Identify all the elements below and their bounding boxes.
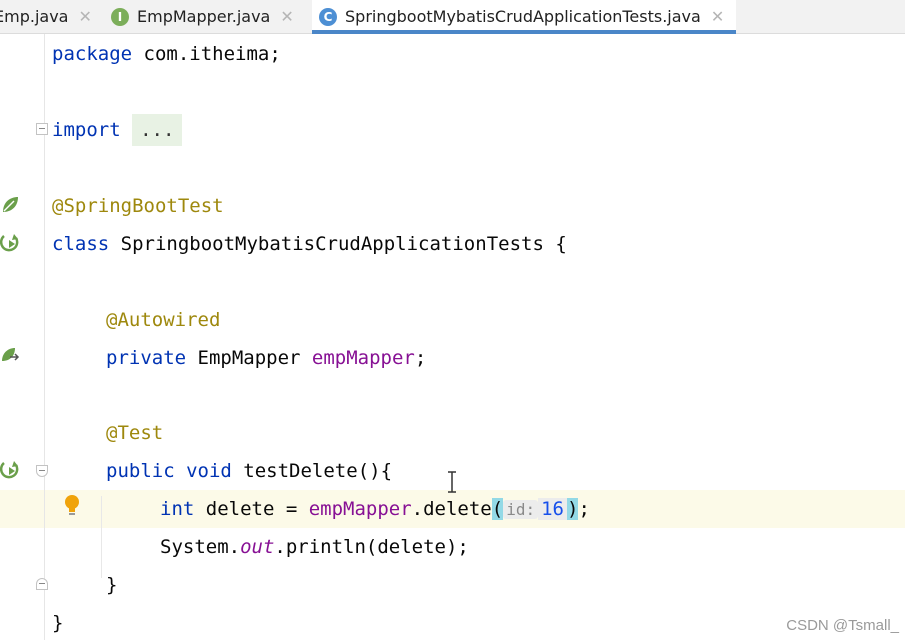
run-test-icon[interactable] <box>0 232 22 254</box>
tab-label: EmpMapper.java <box>137 7 271 26</box>
code-line-field: private EmpMapper empMapper; <box>106 339 426 377</box>
code-text: ; <box>414 347 427 369</box>
tab-label: SpringbootMybatisCrudApplicationTests.ja… <box>345 7 701 26</box>
code-text: } <box>106 574 118 596</box>
parameter-hint-value: 16 <box>538 498 567 520</box>
code-text: System. <box>160 536 241 558</box>
text-cursor-icon <box>448 471 456 493</box>
annotation: @Autowired <box>106 309 221 331</box>
matched-paren: ) <box>567 498 579 520</box>
code-line-method: public void testDelete(){ <box>106 452 392 490</box>
fold-import-icon[interactable] <box>36 123 48 135</box>
matched-paren: ( <box>491 498 504 520</box>
fold-end-icon[interactable] <box>36 578 48 590</box>
editor-tab-bar: Emp.java ✕ I EmpMapper.java ✕ C Springbo… <box>0 0 905 34</box>
code-line-println: System.out.println(delete); <box>160 528 469 566</box>
code-text: .println(delete); <box>274 536 469 558</box>
code-line-method-close: } <box>106 566 117 604</box>
indent-guide <box>101 496 102 578</box>
static-field: out <box>240 536 275 558</box>
lightbulb-icon[interactable] <box>63 494 81 518</box>
field-name: empMapper <box>311 347 415 369</box>
autowired-navigate-icon[interactable] <box>0 345 22 367</box>
keyword: package <box>52 43 133 65</box>
keyword: import <box>52 119 121 141</box>
code-text: .delete <box>411 498 492 520</box>
code-line-class-close: } <box>52 604 63 642</box>
code-text: delete = <box>194 498 309 520</box>
code-line-annotation: @SpringBootTest <box>52 187 224 225</box>
close-icon[interactable]: ✕ <box>78 7 91 26</box>
tab-emp-java[interactable]: Emp.java ✕ <box>0 0 92 33</box>
keyword: class <box>52 233 110 255</box>
keyword: void <box>186 460 232 482</box>
code-line-autowired: @Autowired <box>106 301 220 339</box>
folded-imports[interactable]: ... <box>132 114 183 146</box>
annotation: @Test <box>106 422 164 444</box>
code-text: SpringbootMybatisCrudApplicationTests { <box>109 233 567 255</box>
tab-empmapper-java[interactable]: I EmpMapper.java ✕ <box>111 0 294 33</box>
keyword: private <box>106 347 187 369</box>
watermark: CSDN @Tsmall_ <box>786 617 899 634</box>
close-icon[interactable]: ✕ <box>711 7 724 26</box>
field-name: empMapper <box>308 498 412 520</box>
code-line-import: import ... <box>52 111 183 149</box>
code-text: EmpMapper <box>186 347 312 369</box>
interface-file-icon: I <box>111 7 129 26</box>
code-editor[interactable]: package com.itheima; import ... @SpringB… <box>0 34 905 640</box>
annotation: @SpringBootTest <box>52 195 224 217</box>
class-file-icon: C <box>319 7 337 26</box>
spring-bean-icon[interactable] <box>0 194 22 216</box>
keyword: int <box>160 498 195 520</box>
fold-method-icon[interactable] <box>36 465 48 477</box>
code-line-test-annotation: @Test <box>106 414 163 452</box>
close-icon[interactable]: ✕ <box>280 7 293 26</box>
tab-springbootmybatiscrudapplicationtests-java[interactable]: C SpringbootMybatisCrudApplicationTests.… <box>312 0 737 34</box>
code-text: testDelete(){ <box>231 460 393 482</box>
code-line-class: class SpringbootMybatisCrudApplicationTe… <box>52 225 567 263</box>
code-text: com.itheima; <box>132 43 281 65</box>
code-line-delete: int delete = empMapper.delete(id: 16); <box>160 490 590 528</box>
parameter-hint-label: id: <box>503 500 539 519</box>
keyword: public <box>106 460 175 482</box>
code-line-1: package com.itheima; <box>52 35 281 73</box>
run-test-method-icon[interactable] <box>0 459 22 481</box>
code-text: ; <box>578 498 590 520</box>
code-text: } <box>52 612 64 634</box>
tab-label: Emp.java <box>0 7 69 26</box>
